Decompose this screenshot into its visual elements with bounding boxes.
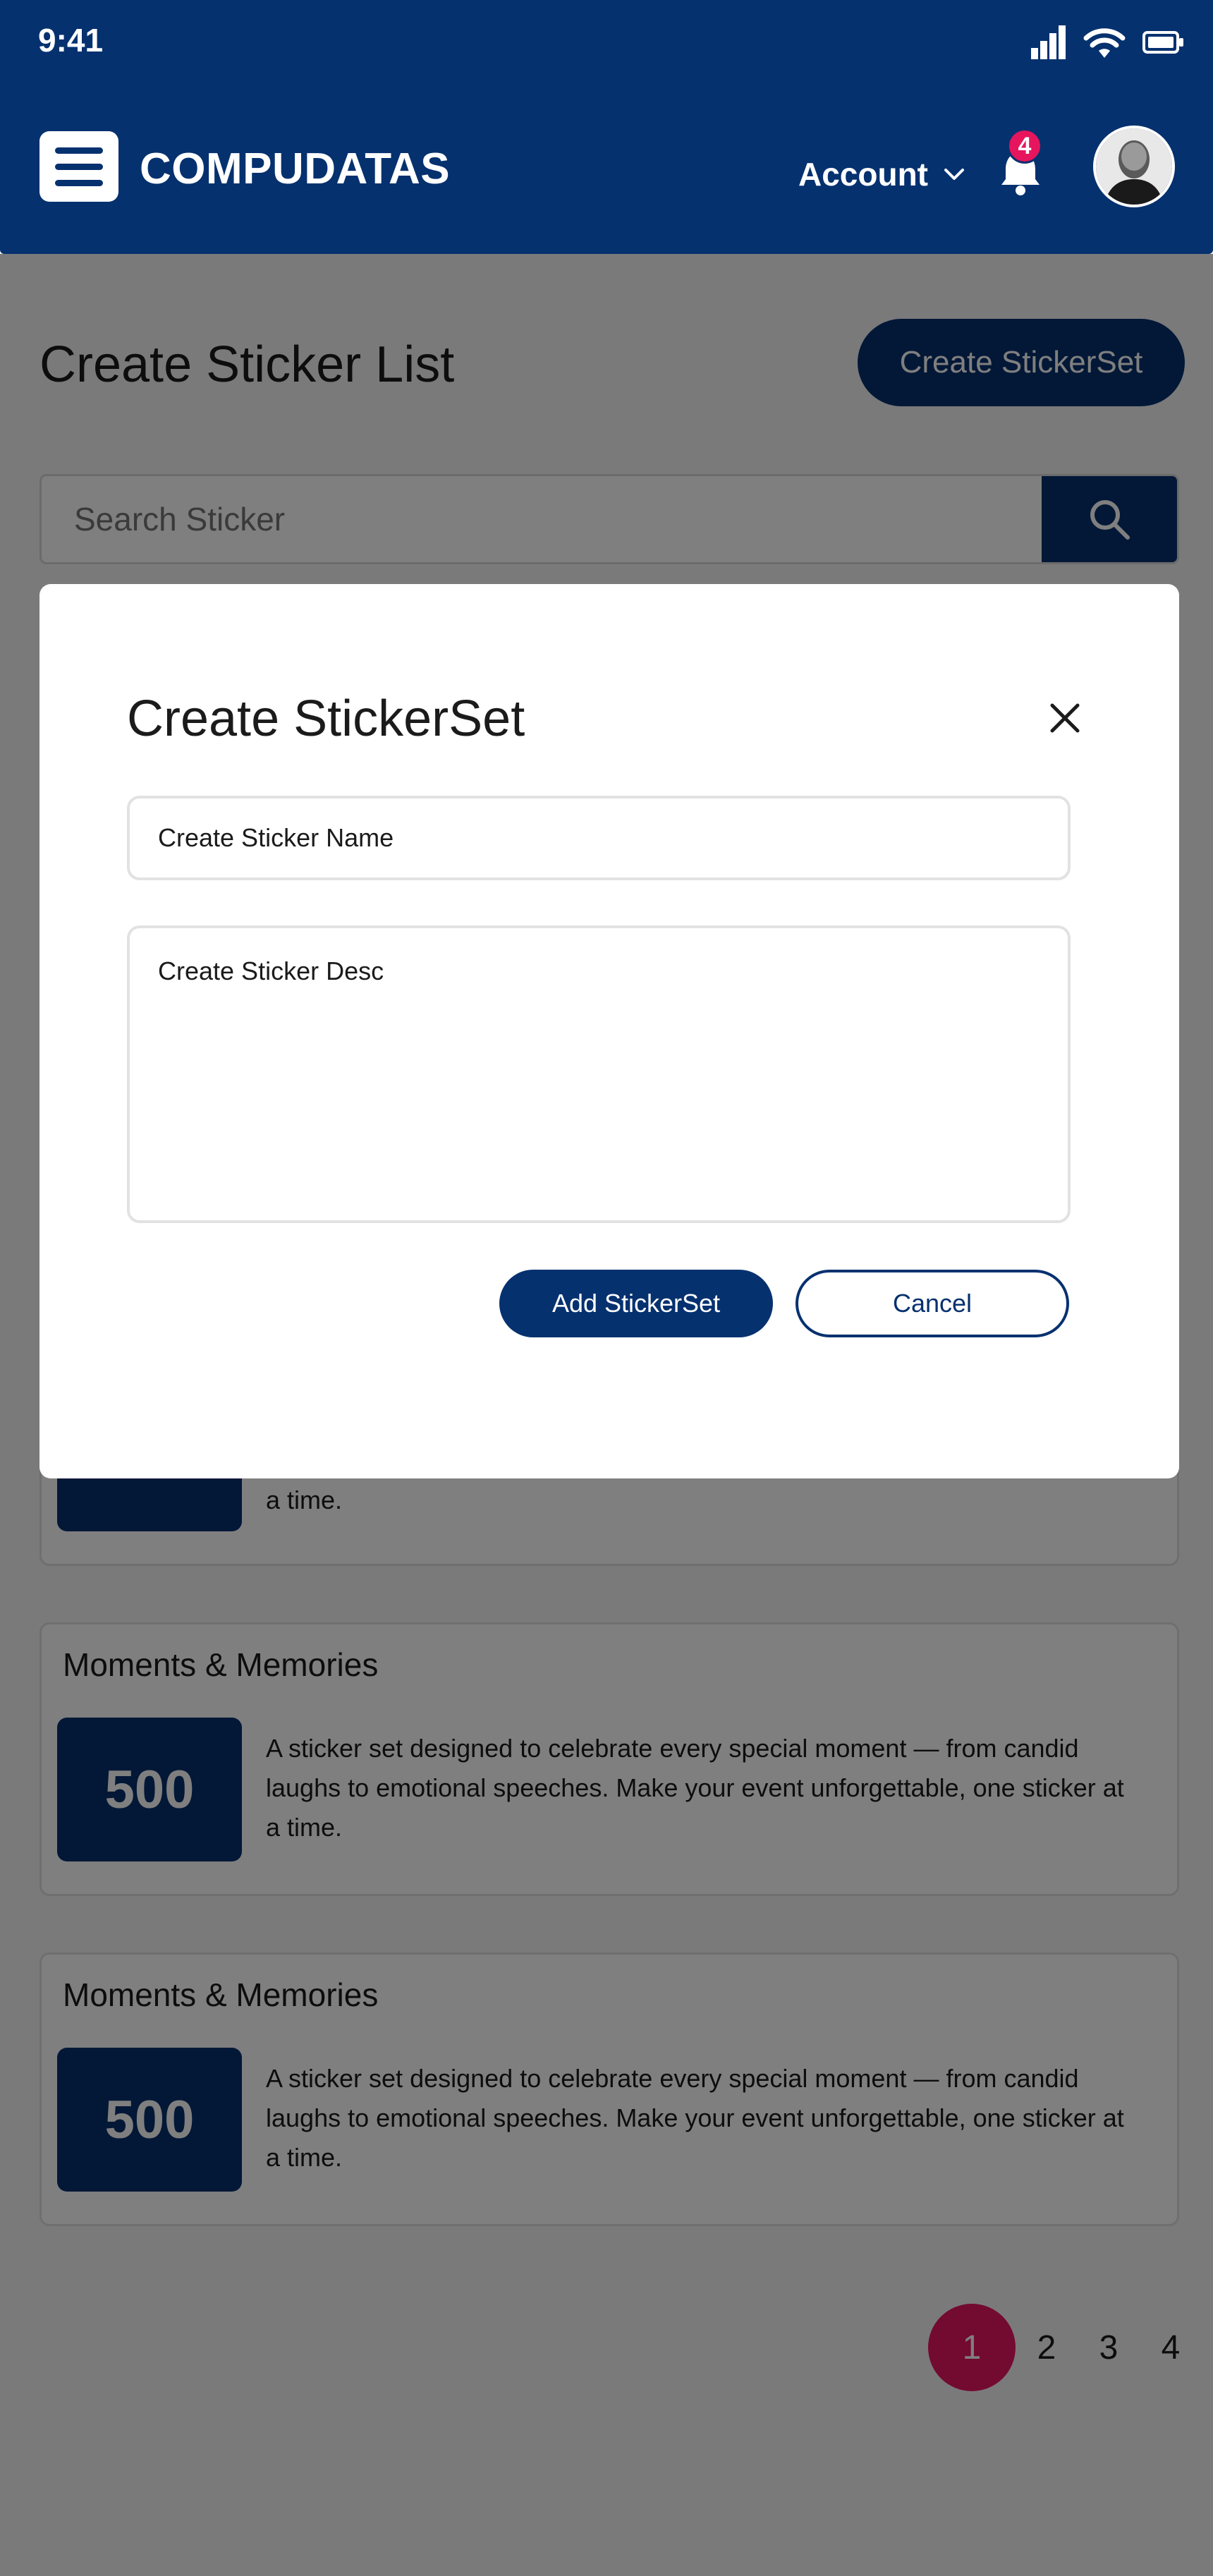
notification-badge: 4: [1007, 128, 1042, 164]
sticker-name-field[interactable]: [127, 796, 1071, 880]
user-photo: [1096, 128, 1172, 205]
account-dropdown[interactable]: Account: [798, 155, 965, 193]
menu-button[interactable]: [39, 131, 118, 202]
add-stickerset-button[interactable]: Add StickerSet: [499, 1270, 773, 1337]
create-stickerset-modal: Create StickerSet Add StickerSet Cancel: [39, 584, 1179, 1478]
hamburger-menu-icon: [55, 147, 103, 154]
brand-name: COMPUDATAS: [140, 145, 451, 193]
sticker-description-field[interactable]: [127, 925, 1071, 1223]
close-button[interactable]: [1038, 691, 1092, 745]
wifi-icon: [1083, 28, 1126, 58]
app-header: 9:41 COMPUDATAS Account 4: [0, 0, 1213, 254]
cellular-signal-icon: [1031, 25, 1066, 59]
chevron-down-icon: [944, 169, 964, 180]
account-label: Account: [798, 156, 928, 193]
modal-title: Create StickerSet: [127, 691, 525, 747]
close-icon: [1050, 703, 1080, 733]
battery-icon: [1142, 31, 1183, 54]
status-icons: [1031, 25, 1185, 59]
status-time: 9:41: [38, 22, 104, 59]
avatar[interactable]: [1093, 126, 1175, 207]
cancel-button[interactable]: Cancel: [796, 1270, 1069, 1337]
